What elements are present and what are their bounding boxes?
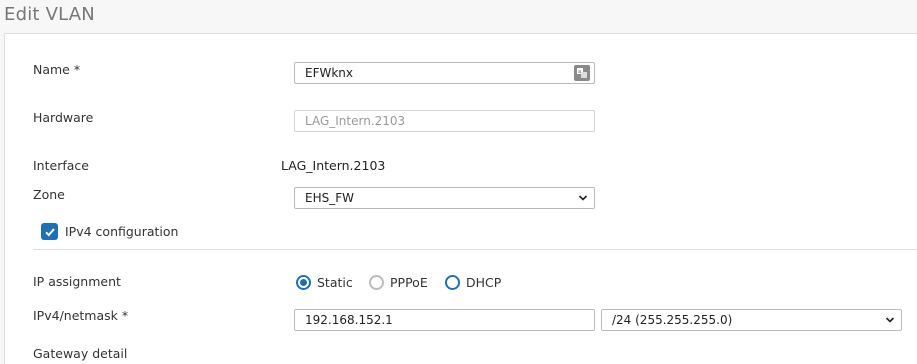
edit-vlan-form: Name * EFWknx a Hardware LAG_Intern.2103… [4, 33, 917, 364]
netmask-select[interactable]: /24 (255.255.255.0) [601, 309, 902, 331]
hardware-input-placeholder: LAG_Intern.2103 [305, 114, 406, 128]
interface-value: LAG_Intern.2103 [281, 158, 386, 173]
hardware-input: LAG_Intern.2103 [294, 110, 595, 132]
radio-dhcp[interactable]: DHCP [445, 275, 501, 290]
name-label: Name * [33, 62, 81, 77]
section-divider [33, 249, 917, 250]
radio-static-label: Static [317, 275, 353, 290]
radio-pppoe-label: PPPoE [390, 275, 428, 290]
interface-label: Interface [33, 158, 89, 173]
chevron-down-icon [885, 317, 895, 323]
ipv4-netmask-label: IPv4/netmask * [33, 308, 129, 323]
gateway-detail-label: Gateway detail [33, 346, 128, 361]
radio-static[interactable]: Static [296, 275, 353, 290]
text-lookup-icon[interactable]: a [574, 65, 590, 81]
checkmark-icon [44, 227, 55, 236]
ipv4-configuration-checkbox[interactable] [41, 223, 58, 240]
radio-pppoe-circle[interactable] [369, 275, 384, 290]
radio-dhcp-circle[interactable] [445, 275, 460, 290]
zone-label: Zone [33, 187, 65, 202]
chevron-down-icon [578, 195, 588, 201]
zone-select[interactable]: EHS_FW [294, 187, 595, 209]
svg-text:a: a [578, 69, 581, 75]
ipv4-configuration-label: IPv4 configuration [65, 224, 179, 239]
netmask-select-value: /24 (255.255.255.0) [612, 313, 733, 327]
zone-select-value: EHS_FW [305, 191, 354, 205]
radio-static-circle[interactable] [296, 275, 311, 290]
name-input[interactable]: EFWknx a [294, 62, 595, 84]
hardware-label: Hardware [33, 110, 94, 125]
ipv4-address-input[interactable]: 192.168.152.1 [294, 309, 595, 331]
name-input-value: EFWknx [305, 66, 354, 80]
page-title: Edit VLAN [4, 4, 95, 25]
ipv4-address-value: 192.168.152.1 [305, 313, 393, 327]
radio-pppoe[interactable]: PPPoE [369, 275, 428, 290]
radio-dhcp-label: DHCP [466, 275, 502, 290]
ip-assignment-label: IP assignment [33, 274, 121, 289]
